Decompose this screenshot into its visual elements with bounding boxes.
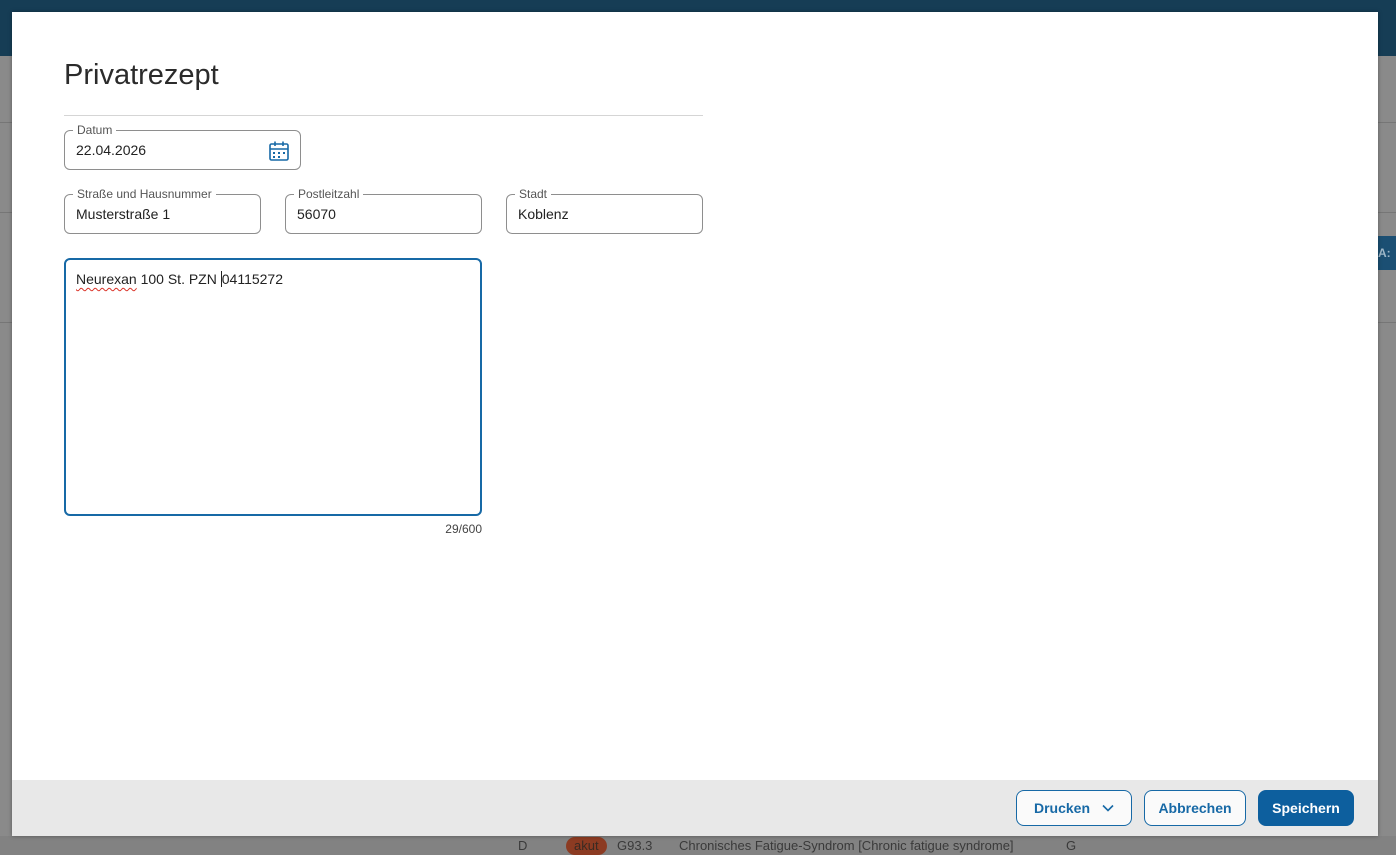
background-row-last: G — [1066, 838, 1077, 853]
prescription-textarea[interactable]: Neurexan 100 St. PZN 04115272 — [64, 258, 482, 516]
street-field-value[interactable]: Musterstraße 1 — [76, 195, 170, 233]
misspelled-word: Neurexan — [76, 271, 137, 287]
print-button-label: Drucken — [1033, 800, 1091, 816]
postal-code-field[interactable]: Postleitzahl 56070 — [285, 187, 482, 234]
date-field[interactable]: Datum 22.04.2026 — [64, 123, 301, 170]
calendar-icon[interactable] — [268, 140, 290, 162]
prescription-text[interactable]: Neurexan 100 St. PZN 04115272 — [76, 270, 283, 288]
save-button[interactable]: Speichern — [1258, 790, 1354, 826]
print-dropdown-button[interactable]: Drucken — [1016, 790, 1132, 826]
cancel-button-label: Abbrechen — [1158, 800, 1232, 816]
prescription-text-before-caret: 100 St. PZN — [136, 271, 221, 287]
background-side-button-label: A: — [1378, 246, 1391, 260]
postal-code-field-value[interactable]: 56070 — [297, 195, 336, 233]
prescription-text-after-caret: 04115272 — [221, 271, 283, 287]
date-field-value[interactable]: 22.04.2026 — [76, 131, 146, 169]
background-side-button: A: — [1378, 236, 1396, 270]
save-button-label: Speichern — [1272, 800, 1340, 816]
dialog-title: Privatrezept — [64, 59, 219, 91]
city-field-value[interactable]: Koblenz — [518, 195, 569, 233]
title-divider — [64, 115, 703, 116]
background-row-diagnosis: Chronisches Fatigue-Syndrom [Chronic fat… — [679, 838, 1014, 853]
character-counter: 29/600 — [445, 522, 482, 536]
background-row-type: D — [518, 838, 528, 853]
city-field[interactable]: Stadt Koblenz — [506, 187, 703, 234]
street-field[interactable]: Straße und Hausnummer Musterstraße 1 — [64, 187, 261, 234]
privatrezept-dialog: Privatrezept Datum 22.04.2026 Straße und… — [12, 12, 1378, 836]
background-diagnosis-row: D akut G93.3 Chronisches Fatigue-Syndrom… — [0, 836, 1396, 855]
chevron-down-icon — [1102, 804, 1114, 812]
dialog-footer: Drucken Abbrechen Speichern — [12, 780, 1378, 836]
background-row-code: G93.3 — [617, 838, 653, 853]
background-row-chip: akut — [566, 837, 607, 855]
cancel-button[interactable]: Abbrechen — [1144, 790, 1246, 826]
